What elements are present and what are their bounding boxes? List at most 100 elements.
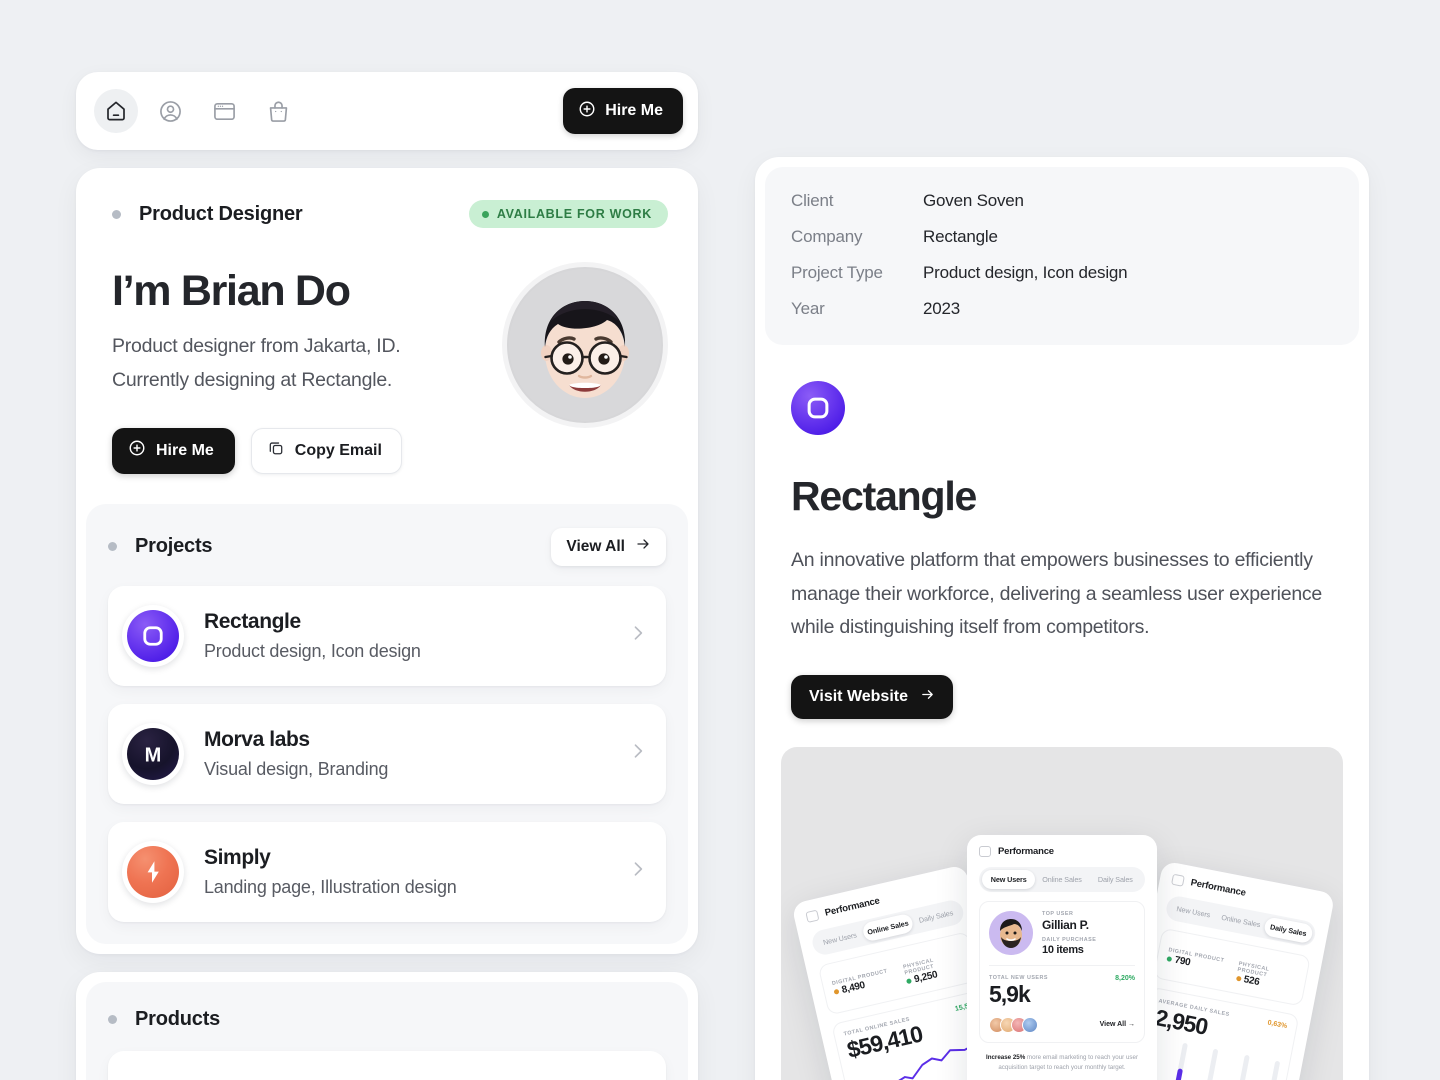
mockup-tab-online-sales[interactable]: Online Sales — [861, 912, 915, 942]
visit-website-button[interactable]: Visit Website — [791, 674, 953, 719]
plus-circle-icon — [128, 439, 146, 462]
projects-list: Rectangle Product design, Icon design M — [108, 585, 666, 922]
projects-header: Projects View All — [108, 527, 666, 566]
profile-actions: Hire Me Copy Email — [112, 427, 492, 474]
copy-email-label: Copy Email — [294, 441, 382, 459]
chart-icon — [805, 909, 820, 923]
chevron-right-icon — [628, 623, 648, 648]
project-showcase: Performance New Users Online Sales Daily… — [781, 746, 1343, 1080]
mockup-daily-purchase-value: 10 items — [1042, 943, 1084, 956]
profile-name: I’m Brian Do — [112, 267, 351, 315]
mockup-total: AVERAGE DAILY SALES 2,950 — [1153, 998, 1230, 1042]
memoji-avatar-icon — [509, 269, 661, 421]
mockup-total: TOTAL NEW USERS 5,9k — [989, 975, 1048, 1006]
rectangle-logo-icon — [127, 609, 179, 662]
mockup-footer: View All → — [989, 1016, 1135, 1033]
meta-key: Project Type — [791, 263, 883, 282]
mockup-tab-new-users[interactable]: New Users — [982, 869, 1036, 889]
mockup-header: Performance — [979, 845, 1145, 857]
user-circle-icon — [158, 99, 183, 124]
nav-item-home[interactable] — [94, 89, 138, 133]
mockup-kpi-row: DIGITAL PRODUCT 790 PHYSICAL PRODUCT 526 — [1165, 947, 1298, 995]
mockup-tab-new-users[interactable]: New Users — [814, 923, 866, 953]
profile-bio-line1: Product designer from Jakarta, ID. — [112, 335, 401, 358]
mockup-tab-new-users[interactable]: New Users — [1168, 897, 1219, 925]
browser-window-icon — [212, 99, 237, 124]
meta-row-client: Client Goven Soven — [791, 191, 1333, 211]
project-meta: Simply Landing page, Illustration design — [204, 846, 628, 898]
app-root: Hire Me Product Designer AVAILABLE FOR W… — [0, 0, 1440, 1080]
divider — [989, 964, 1135, 966]
project-logo-wrap: M — [122, 722, 184, 785]
profile-bio-line2: Currently designing at Rectangle. — [112, 368, 393, 391]
project-meta-table: Client Goven Soven Company Rectangle Pro… — [765, 167, 1359, 345]
rectangle-logo-icon — [791, 381, 845, 435]
project-logo-wrap — [122, 840, 184, 903]
profile-role: Product Designer — [112, 203, 303, 226]
project-meta: Rectangle Product design, Icon design — [204, 610, 628, 662]
view-all-projects-button[interactable]: View All — [551, 527, 666, 566]
project-meta: Morva labs Visual design, Branding — [204, 728, 628, 780]
project-detail-description: An innovative platform that empowers bus… — [791, 549, 1323, 639]
navbar-hire-me-label: Hire Me — [605, 102, 663, 119]
meta-value: Rectangle — [923, 227, 998, 246]
mockup-total-label: TOTAL NEW USERS — [989, 974, 1049, 981]
copy-email-button[interactable]: Copy Email — [250, 427, 402, 474]
meta-key: Year — [791, 299, 825, 318]
profile-card-body: Product Designer AVAILABLE FOR WORK I’m … — [76, 168, 698, 500]
mockup-kpi-physical: PHYSICAL PRODUCT 526 — [1235, 960, 1298, 994]
mockup-top-user-info: TOP USER Gillian P. DAILY PURCHASE 10 it… — [1042, 911, 1096, 956]
project-subtitle: Landing page, Illustration design — [204, 876, 457, 897]
view-all-label: View All — [566, 537, 625, 555]
nav-item-work[interactable] — [202, 89, 246, 133]
profile-card: Product Designer AVAILABLE FOR WORK I’m … — [76, 168, 698, 954]
mockup-tab-daily-sales[interactable]: Daily Sales — [1089, 870, 1142, 889]
projects-panel: Projects View All Rectangle Product desi… — [86, 503, 688, 944]
meta-value: Product design, Icon design — [923, 263, 1128, 282]
top-navbar: Hire Me — [76, 72, 698, 150]
project-item-rectangle[interactable]: Rectangle Product design, Icon design — [108, 585, 666, 686]
mockup-tab-online-sales[interactable]: Online Sales — [1035, 870, 1088, 889]
avatar — [1022, 1016, 1038, 1033]
left-column: Hire Me Product Designer AVAILABLE FOR W… — [76, 72, 698, 1080]
mockup-tab-daily-sales[interactable]: Daily Sales — [910, 901, 962, 931]
project-detail-body: Rectangle An innovative platform that em… — [755, 355, 1369, 719]
products-heading: Products — [108, 1008, 666, 1031]
availability-badge-label: AVAILABLE FOR WORK — [496, 207, 652, 221]
mockup-title: Performance — [1189, 876, 1247, 899]
nav-icon-group — [94, 89, 563, 133]
mockup-tabs: New Users Online Sales Daily Sales — [979, 866, 1145, 892]
navbar-hire-me-button[interactable]: Hire Me — [563, 88, 683, 134]
project-subtitle: Visual design, Branding — [204, 758, 389, 779]
copy-icon — [267, 439, 285, 462]
hire-me-button[interactable]: Hire Me — [112, 427, 235, 474]
avatar-stack — [989, 1016, 1038, 1033]
project-item-morva-labs[interactable]: M Morva labs Visual design, Branding — [108, 703, 666, 804]
project-item-simply[interactable]: Simply Landing page, Illustration design — [108, 821, 666, 922]
meta-row-company: Company Rectangle — [791, 227, 1333, 247]
product-item-placeholder[interactable] — [108, 1050, 666, 1080]
mockup-tab-online-sales[interactable]: Online Sales — [1215, 907, 1266, 935]
mockup-view-all-button[interactable]: View All → — [1100, 1021, 1135, 1028]
chevron-right-icon — [628, 741, 648, 766]
mockup-top-user-name: Gillian P. — [1042, 917, 1089, 932]
mockup-note-bold: Increase 25% — [985, 1053, 1026, 1061]
morva-logo-icon: M — [127, 727, 179, 780]
mockup-tab-daily-sales[interactable]: Daily Sales — [1262, 915, 1314, 944]
nav-item-shop[interactable] — [256, 89, 300, 133]
chart-icon — [979, 845, 991, 857]
chart-icon — [1171, 873, 1185, 887]
nav-item-profile[interactable] — [148, 89, 192, 133]
mockup-top-user-label: TOP USER — [1042, 910, 1074, 917]
visit-website-label: Visit Website — [809, 687, 908, 705]
user-avatar — [989, 911, 1033, 956]
mockup-kpi-row: DIGITAL PRODUCT 8,490 PHYSICAL PRODUCT 9… — [831, 951, 967, 1004]
mockup-title: Performance — [998, 845, 1054, 857]
project-title: Rectangle — [204, 609, 301, 633]
bullet-dot-icon — [108, 542, 117, 551]
mockup-kpi-physical: PHYSICAL PRODUCT 9,250 — [903, 951, 968, 987]
mockup-body: Performance New Users Online Sales Daily… — [967, 835, 1157, 1080]
project-detail-card: Client Goven Soven Company Rectangle Pro… — [755, 157, 1369, 1080]
availability-badge: AVAILABLE FOR WORK — [468, 200, 668, 228]
profile-hero-text: I’m Brian Do Product designer from Jakar… — [112, 262, 492, 474]
